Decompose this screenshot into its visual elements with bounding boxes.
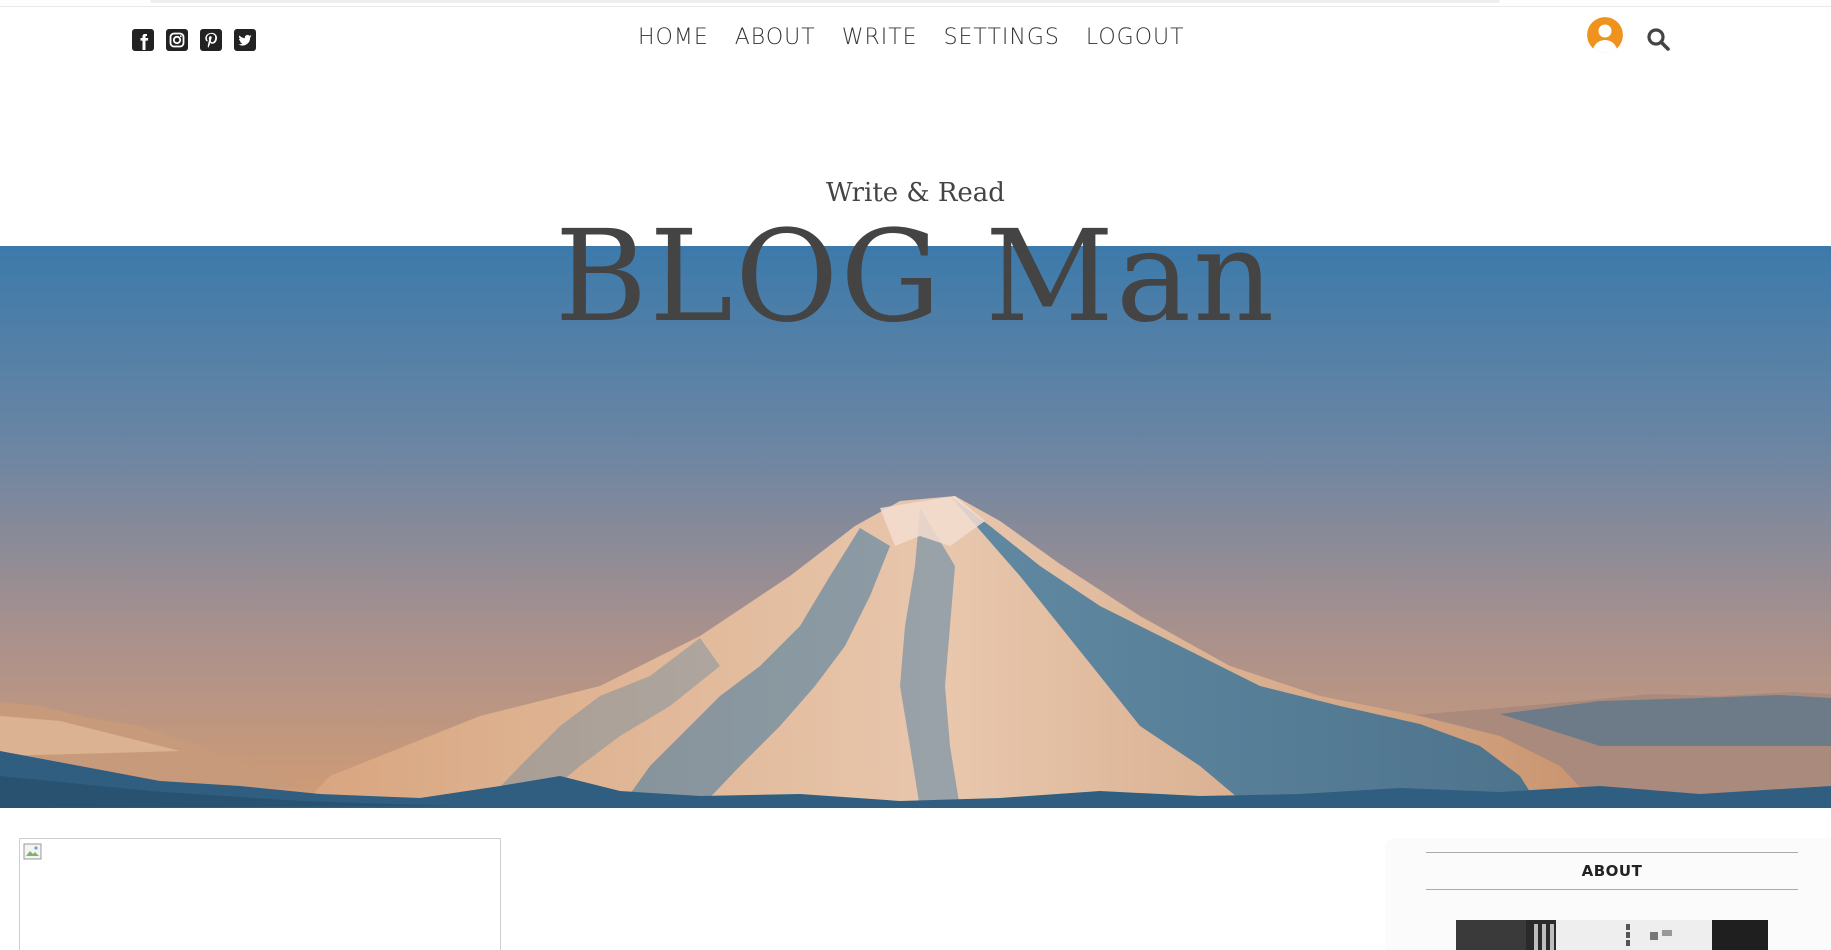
page: HOME ABOUT WRITE SETTINGS LOGOUT Write &… (0, 0, 1831, 950)
sidebar-title: ABOUT (1581, 862, 1643, 880)
sidebar-about-image (1456, 920, 1768, 950)
pinterest-icon[interactable] (199, 28, 223, 52)
twitter-icon[interactable] (233, 28, 257, 52)
nav-logout[interactable]: LOGOUT (1086, 24, 1185, 52)
facebook-icon[interactable] (131, 28, 155, 52)
avatar[interactable] (1587, 17, 1623, 53)
social-links (131, 28, 257, 52)
nav-settings[interactable]: SETTINGS (944, 24, 1060, 52)
header-subtitle: Write & Read (826, 178, 1005, 208)
nav-about[interactable]: ABOUT (735, 24, 816, 52)
post-image[interactable] (19, 838, 501, 950)
nav-write[interactable]: WRITE (842, 24, 918, 52)
instagram-icon[interactable] (165, 28, 189, 52)
hero-image (0, 246, 1831, 808)
main-nav: HOME ABOUT WRITE SETTINGS LOGOUT (638, 24, 1185, 52)
sidebar-title-box: ABOUT (1426, 852, 1798, 890)
top-bar: HOME ABOUT WRITE SETTINGS LOGOUT (0, 0, 1831, 80)
broken-image-icon (22, 841, 44, 863)
sidebar: ABOUT (1385, 838, 1831, 950)
search-icon[interactable] (1645, 26, 1671, 52)
nav-home[interactable]: HOME (638, 24, 709, 52)
